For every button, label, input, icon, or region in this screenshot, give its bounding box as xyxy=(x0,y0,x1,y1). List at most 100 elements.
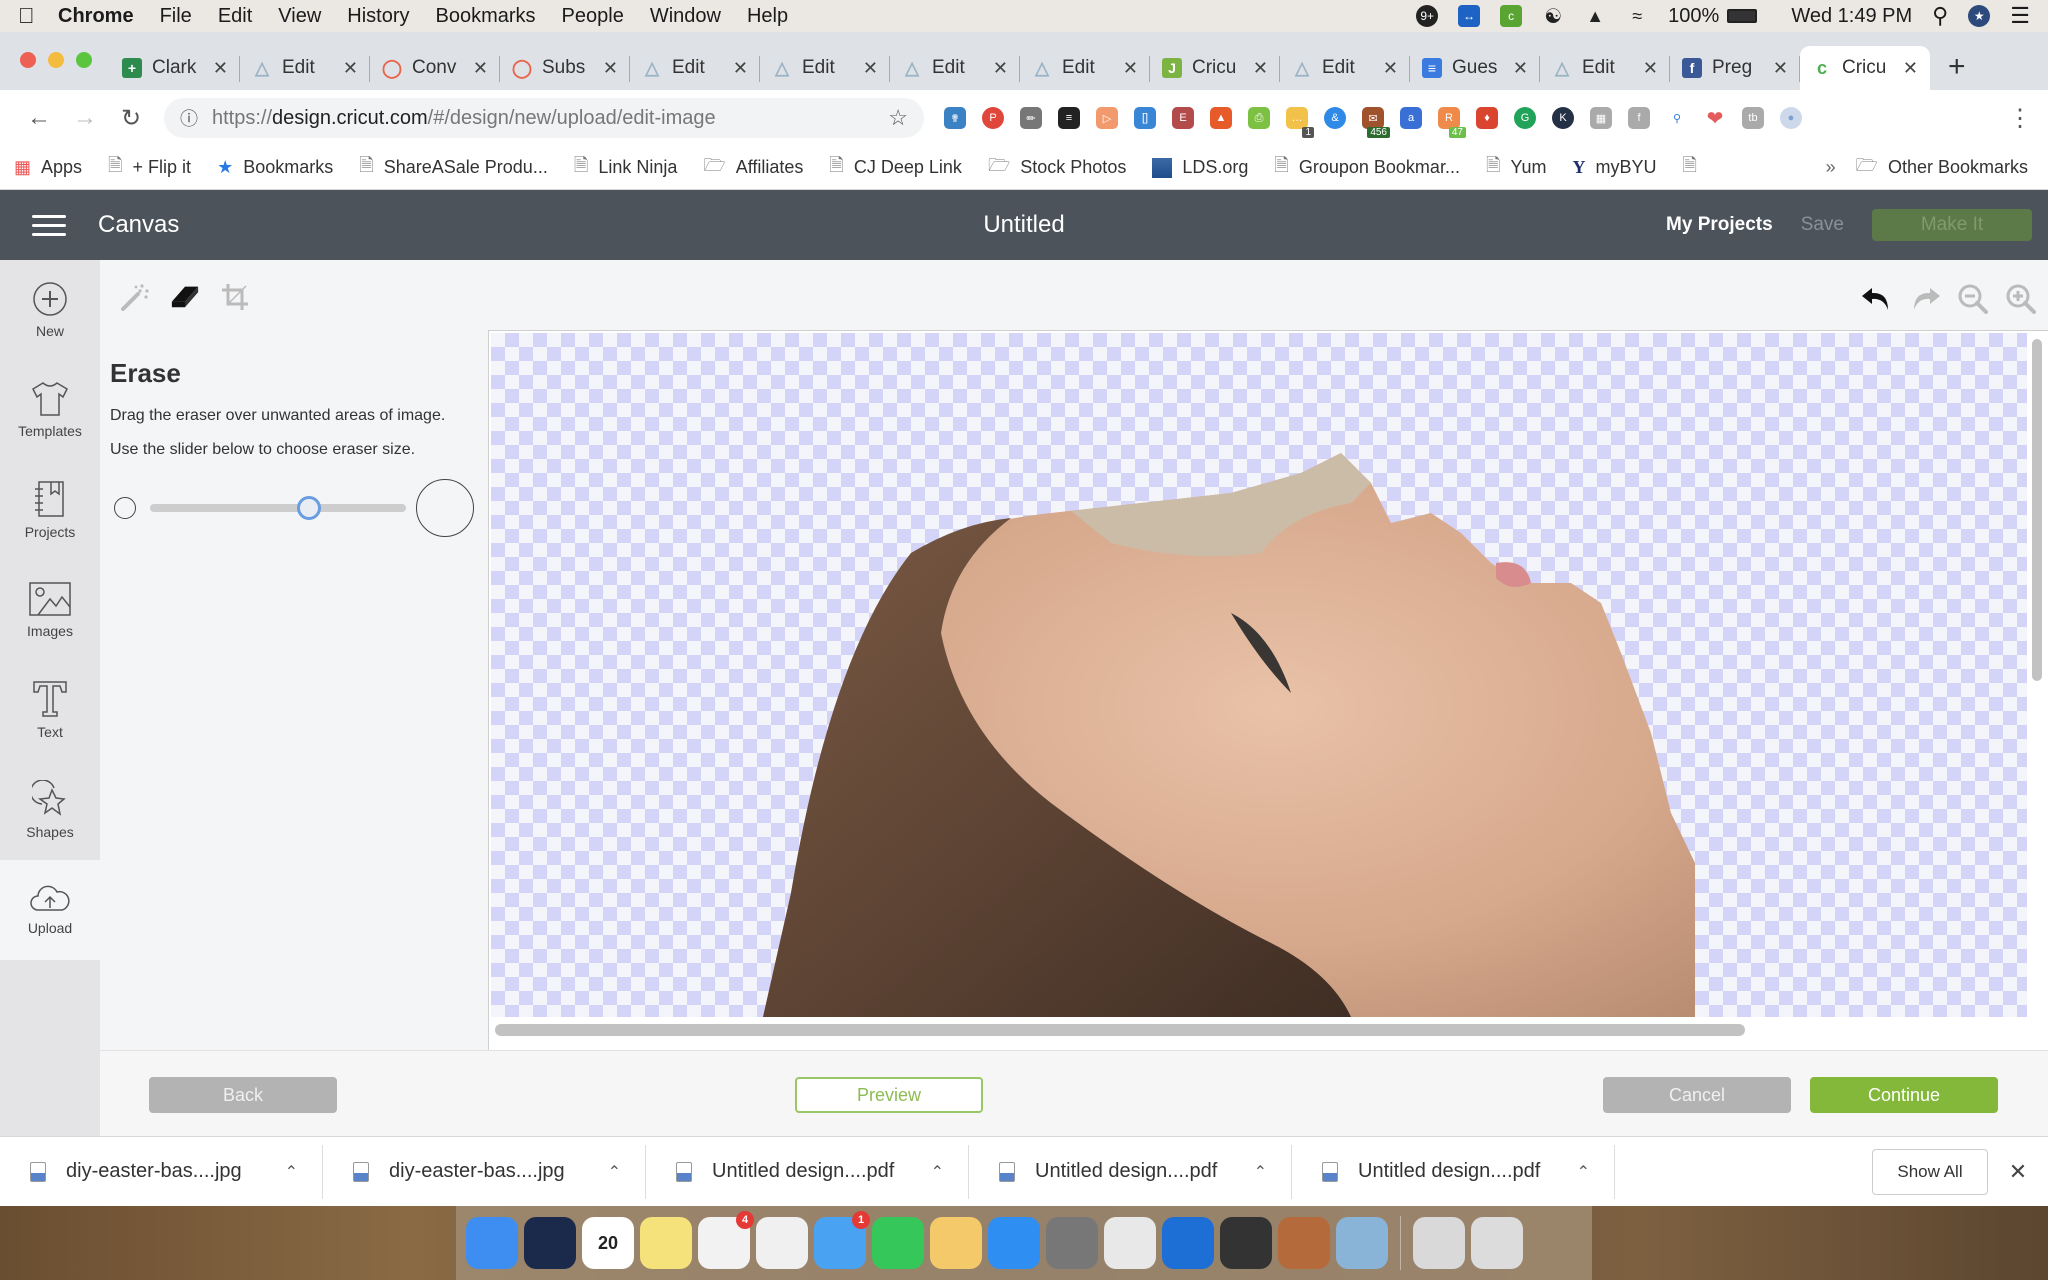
zoom-out-button[interactable] xyxy=(1956,282,1990,316)
facebook-extension-icon[interactable]: f xyxy=(1628,107,1650,129)
close-tab-icon[interactable]: ✕ xyxy=(1643,58,1658,79)
finder-dock-icon[interactable] xyxy=(466,1217,518,1269)
uploaded-photo[interactable] xyxy=(491,333,2027,1017)
battery-icon[interactable] xyxy=(1727,9,1758,23)
browser-tab[interactable]: ◯ Conv ✕ xyxy=(370,46,500,90)
grey-extension-icon[interactable]: ▦ xyxy=(1590,107,1612,129)
teamviewer-dock-icon[interactable] xyxy=(1162,1217,1214,1269)
close-tab-icon[interactable]: ✕ xyxy=(1123,58,1138,79)
close-tab-icon[interactable]: ✕ xyxy=(473,58,488,79)
browser-tab[interactable]: △ Edit ✕ xyxy=(240,46,370,90)
download-item[interactable]: Untitled design....pdf ⌃ xyxy=(969,1144,1292,1199)
tb-extension-icon[interactable]: tb xyxy=(1742,107,1764,129)
trash-dock-icon[interactable] xyxy=(1471,1217,1523,1269)
my-projects-link[interactable]: My Projects xyxy=(1666,214,1773,236)
cancel-button[interactable]: Cancel xyxy=(1603,1077,1791,1113)
extension-wing-icon[interactable]: ✟ xyxy=(944,107,966,129)
bookmark-bookmarks[interactable]: ★ Bookmarks xyxy=(217,157,333,178)
bookmarks-overflow-button[interactable]: » xyxy=(1826,157,1836,178)
apple-menu-icon[interactable]:  xyxy=(18,3,58,29)
evernote-like-extension-icon[interactable]: E xyxy=(1172,107,1194,129)
close-tab-icon[interactable]: ✕ xyxy=(1773,58,1788,79)
app-store-dock-icon[interactable] xyxy=(988,1217,1040,1269)
wifi-icon[interactable]: ≈ xyxy=(1626,5,1648,27)
browser-tab[interactable]: + Clark ✕ xyxy=(110,46,240,90)
new-tab-button[interactable]: + xyxy=(1930,50,1984,90)
browser-tab[interactable]: J Cricu ✕ xyxy=(1150,46,1280,90)
note-extension-icon[interactable]: … 1 xyxy=(1286,107,1314,138)
preview-button[interactable]: Preview xyxy=(795,1077,983,1113)
browser-tab[interactable]: ◯ Subs ✕ xyxy=(500,46,630,90)
rakuten-extension-icon[interactable]: R 47 xyxy=(1438,107,1466,138)
redo-button[interactable] xyxy=(1908,282,1942,316)
continue-button[interactable]: Continue xyxy=(1810,1077,1998,1113)
dropper-app-dock-icon[interactable] xyxy=(1278,1217,1330,1269)
transparency-checkerboard[interactable] xyxy=(491,333,2027,1017)
airplay-icon[interactable]: ▲ xyxy=(1584,5,1606,27)
chrome-menu-icon[interactable]: ⋮ xyxy=(2008,104,2032,133)
fox-extension-icon[interactable]: ♦ xyxy=(1476,107,1498,129)
menu-people[interactable]: People xyxy=(562,5,624,28)
bookmark-untitled[interactable]: 🗎 xyxy=(1682,153,1706,183)
siri-dock-icon[interactable] xyxy=(524,1217,576,1269)
calculator-dock-icon[interactable] xyxy=(1046,1217,1098,1269)
bookmark-folder-stock-photos[interactable]: 🗁 Stock Photos xyxy=(988,153,1126,183)
bookmark-lds-org[interactable]: LDS.org xyxy=(1152,157,1248,178)
eraser-size-slider[interactable] xyxy=(150,496,406,520)
bookmark-folder-affiliates[interactable]: 🗁 Affiliates xyxy=(703,153,803,183)
menu-view[interactable]: View xyxy=(278,5,321,28)
eyedropper-extension-icon[interactable]: ✏ xyxy=(1020,107,1042,129)
bookmark-folder-other[interactable]: 🗁 Other Bookmarks xyxy=(1856,153,2028,183)
photos-dock-icon[interactable] xyxy=(756,1217,808,1269)
link-extension-icon[interactable]: & xyxy=(1324,107,1346,129)
facetime-dock-icon[interactable] xyxy=(872,1217,924,1269)
close-tab-icon[interactable]: ✕ xyxy=(213,58,228,79)
site-info-icon[interactable]: ⓘ xyxy=(180,105,198,131)
menu-app-chrome[interactable]: Chrome xyxy=(58,5,134,28)
eraser-tool-button[interactable] xyxy=(170,282,200,312)
browser-tab[interactable]: △ Edit ✕ xyxy=(890,46,1020,90)
close-tab-icon[interactable]: ✕ xyxy=(1903,58,1918,79)
browser-tab[interactable]: △ Edit ✕ xyxy=(630,46,760,90)
magic-wand-tool-button[interactable] xyxy=(120,282,150,312)
nav-shapes[interactable]: Shapes xyxy=(0,760,100,860)
hamburger-menu-icon[interactable] xyxy=(32,214,66,236)
close-tab-icon[interactable]: ✕ xyxy=(1513,58,1528,79)
browser-tab[interactable]: c Cricu ✕ xyxy=(1800,46,1930,90)
profile-avatar-icon[interactable]: ● xyxy=(1780,107,1802,129)
menu-bookmarks[interactable]: Bookmarks xyxy=(436,5,536,28)
chrome-dock-icon[interactable] xyxy=(1104,1217,1156,1269)
close-tab-icon[interactable]: ✕ xyxy=(733,58,748,79)
browser-tab[interactable]: ≡ Gues ✕ xyxy=(1410,46,1540,90)
arrow-extension-icon[interactable]: ▷ xyxy=(1096,107,1118,129)
close-tab-icon[interactable]: ✕ xyxy=(603,58,618,79)
reload-button[interactable]: ↻ xyxy=(108,104,154,133)
k-extension-icon[interactable]: K xyxy=(1552,107,1574,129)
nav-text[interactable]: Text xyxy=(0,660,100,760)
user-avatar-icon[interactable]: ★ xyxy=(1968,5,1991,27)
printer-dock-icon[interactable] xyxy=(1220,1217,1272,1269)
messages-dock-icon[interactable]: 1 xyxy=(814,1211,870,1269)
save-button[interactable]: Save xyxy=(1801,214,1844,236)
notification-9plus-icon[interactable]: 9+ xyxy=(1416,5,1439,27)
menu-help[interactable]: Help xyxy=(747,5,788,28)
image-capture-dock-icon[interactable] xyxy=(1336,1217,1388,1269)
download-item[interactable]: Untitled design....pdf ⌃ xyxy=(646,1144,969,1199)
notification-center-icon[interactable]: ☰ xyxy=(2010,3,2030,29)
browser-tab[interactable]: △ Edit ✕ xyxy=(1540,46,1670,90)
download-options-caret-icon[interactable]: ⌃ xyxy=(608,1162,621,1182)
download-item[interactable]: diy-easter-bas....jpg ⌃ xyxy=(0,1144,323,1199)
bookmark-apps[interactable]: ▦ Apps xyxy=(14,157,82,178)
close-window-button[interactable] xyxy=(20,52,36,68)
show-all-downloads-button[interactable]: Show All xyxy=(1872,1148,1988,1195)
downloads-stack-dock-icon[interactable] xyxy=(1413,1217,1465,1269)
eraser-size-slider-thumb[interactable] xyxy=(296,496,321,520)
nav-templates[interactable]: Templates xyxy=(0,360,100,460)
nav-new[interactable]: New xyxy=(0,260,100,360)
pinterest-extension-icon[interactable]: P xyxy=(982,107,1004,129)
close-tab-icon[interactable]: ✕ xyxy=(1253,58,1268,79)
download-options-caret-icon[interactable]: ⌃ xyxy=(931,1162,944,1182)
bookmark-flip-it[interactable]: 🗎 + Flip it xyxy=(108,153,191,183)
print-extension-icon[interactable]: ⎙ xyxy=(1248,107,1270,129)
back-button[interactable]: Back xyxy=(149,1077,337,1113)
